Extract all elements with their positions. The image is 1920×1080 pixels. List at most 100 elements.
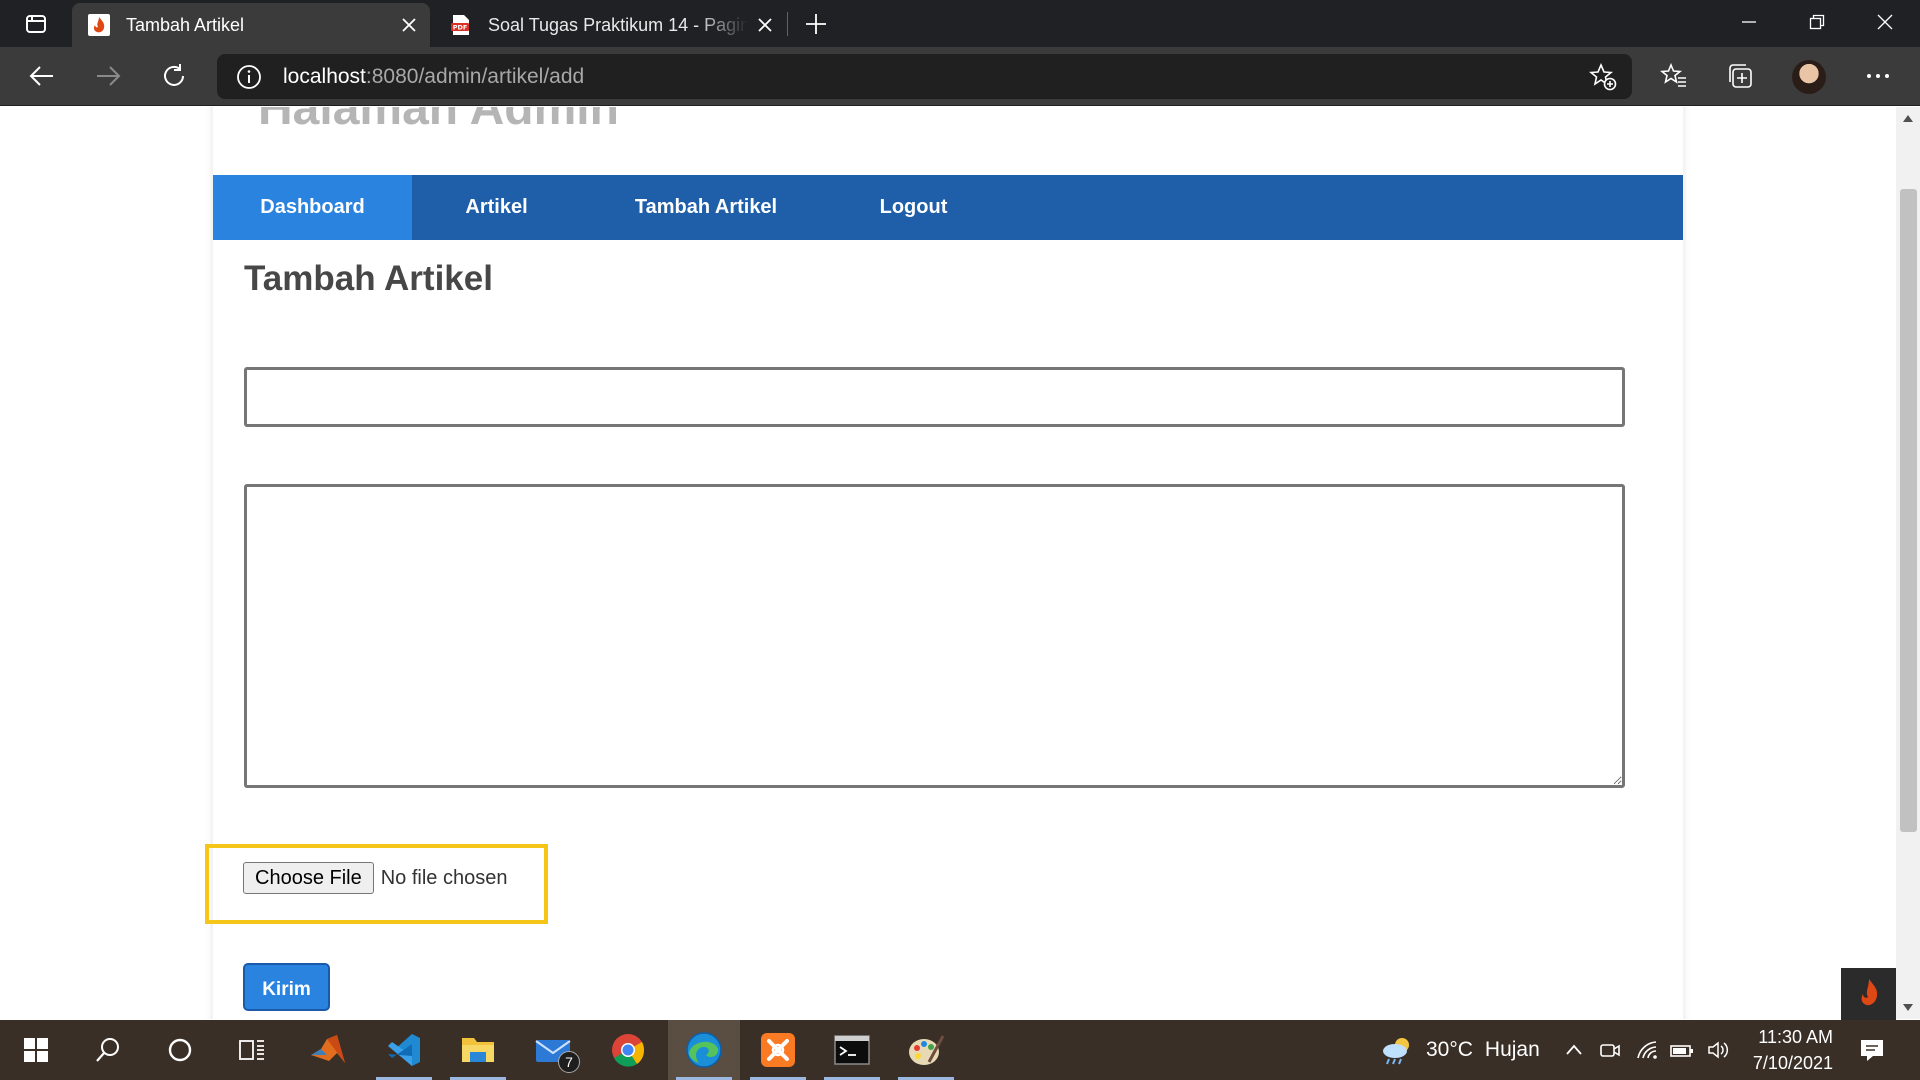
browser-toolbar: localhost:8080/admin/artikel/add xyxy=(0,47,1920,106)
clock-date: 7/10/2021 xyxy=(1752,1053,1833,1073)
codeigniter-flame-icon xyxy=(88,14,110,36)
close-window-button[interactable] xyxy=(1850,0,1920,44)
scroll-down-arrow-icon[interactable] xyxy=(1896,997,1920,1019)
cloud-rain-icon xyxy=(1383,1038,1409,1065)
terminal-icon xyxy=(834,1035,870,1065)
page-heading: Tambah Artikel xyxy=(244,259,493,298)
battery-button[interactable] xyxy=(1666,1034,1698,1066)
svg-text:PDF: PDF xyxy=(453,24,468,32)
restore-button[interactable] xyxy=(1782,0,1852,44)
tab-title: Tambah Artikel xyxy=(126,14,245,35)
add-favorite-icon[interactable] xyxy=(1588,62,1618,92)
content-textarea[interactable] xyxy=(244,484,1625,788)
volume-button[interactable] xyxy=(1702,1034,1734,1066)
forward-button[interactable] xyxy=(86,56,130,96)
pdf-file-icon: PDF xyxy=(450,14,472,36)
taskbar-app-vscode[interactable] xyxy=(368,1020,440,1080)
refresh-icon xyxy=(164,64,184,86)
windows-logo-icon xyxy=(24,1038,48,1062)
arrow-left-icon xyxy=(29,66,53,86)
title-input[interactable] xyxy=(244,367,1625,427)
profile-avatar[interactable] xyxy=(1792,60,1826,94)
taskbar-app-paint[interactable] xyxy=(890,1020,962,1080)
tab-title: Soal Tugas Praktikum 14 - Pagination xyxy=(488,14,748,35)
close-tab-icon[interactable] xyxy=(392,8,426,42)
taskbar-app-edge[interactable] xyxy=(668,1020,740,1080)
cortana-circle-icon xyxy=(168,1038,192,1062)
taskbar-app-terminal[interactable] xyxy=(816,1020,888,1080)
chevron-up-icon xyxy=(1566,1044,1582,1055)
weather-temperature: 30°C xyxy=(1426,1038,1473,1061)
codeigniter-flame-icon xyxy=(1861,979,1877,1006)
scroll-up-arrow-icon[interactable] xyxy=(1896,107,1920,129)
new-tab-button[interactable] xyxy=(796,4,836,44)
tab-separator xyxy=(787,12,788,36)
windows-taskbar: 7 30°C Hujan 11:30 AM 7/10/2021 xyxy=(0,1020,1920,1080)
taskbar-app-matlab[interactable] xyxy=(292,1020,364,1080)
minimize-button[interactable] xyxy=(1714,0,1784,44)
edge-icon xyxy=(686,1032,722,1068)
video-camera-icon xyxy=(1600,1044,1620,1057)
favorites-button[interactable] xyxy=(1652,56,1696,96)
start-button[interactable] xyxy=(0,1020,72,1080)
scrollbar-thumb[interactable] xyxy=(1900,189,1917,832)
collections-button[interactable] xyxy=(1718,56,1762,96)
url-host: localhost xyxy=(283,64,366,88)
weather-condition: Hujan xyxy=(1484,1038,1540,1061)
close-icon xyxy=(1877,14,1893,30)
file-upload-field[interactable]: Choose File No file chosen xyxy=(243,862,507,894)
choose-file-button[interactable]: Choose File xyxy=(243,862,374,894)
address-bar[interactable]: localhost:8080/admin/artikel/add xyxy=(217,54,1632,99)
show-hidden-icons-button[interactable] xyxy=(1558,1034,1590,1066)
taskbar-app-chrome[interactable] xyxy=(592,1020,664,1080)
tab-actions-button[interactable] xyxy=(10,4,62,44)
taskbar-app-mail[interactable]: 7 xyxy=(518,1020,590,1080)
debug-toolbar-toggle[interactable] xyxy=(1841,968,1896,1020)
submit-button[interactable]: Kirim xyxy=(243,963,330,1011)
nav-artikel[interactable]: Artikel xyxy=(412,175,581,240)
arrow-right-icon xyxy=(97,66,121,86)
favorites-icon xyxy=(1660,62,1686,87)
back-button[interactable] xyxy=(20,56,64,96)
tab-tambah-artikel[interactable]: Tambah Artikel xyxy=(72,3,430,47)
search-button[interactable] xyxy=(72,1020,144,1080)
search-icon xyxy=(96,1038,119,1062)
nav-logout[interactable]: Logout xyxy=(831,175,996,240)
site-title: Halaman Admin xyxy=(258,107,619,135)
nav-tambah-artikel[interactable]: Tambah Artikel xyxy=(581,175,831,240)
admin-container: Halaman Admin Dashboard Artikel Tambah A… xyxy=(205,107,1683,1019)
settings-more-button[interactable] xyxy=(1856,56,1900,96)
close-tab-icon[interactable] xyxy=(748,8,782,42)
clock-time: 11:30 AM xyxy=(1758,1027,1833,1047)
restore-icon xyxy=(1809,14,1825,30)
weather-widget[interactable]: 30°C Hujan xyxy=(1380,1020,1540,1080)
task-view-icon xyxy=(239,1040,264,1060)
nav-dashboard[interactable]: Dashboard xyxy=(213,175,412,240)
refresh-button[interactable] xyxy=(152,56,196,96)
cortana-button[interactable] xyxy=(144,1020,216,1080)
file-explorer-icon xyxy=(462,1038,494,1062)
network-button[interactable] xyxy=(1632,1034,1664,1066)
browser-tab-strip: Tambah Artikel PDF Soal Tugas Praktikum … xyxy=(0,0,1920,47)
site-info-icon[interactable] xyxy=(235,63,263,91)
xampp-icon xyxy=(761,1033,795,1067)
taskbar-app-xampp[interactable] xyxy=(742,1020,814,1080)
system-clock[interactable]: 11:30 AM 7/10/2021 xyxy=(1733,1024,1833,1076)
mail-badge: 7 xyxy=(558,1051,580,1073)
action-center-button[interactable] xyxy=(1852,1032,1892,1068)
vscode-icon xyxy=(388,1034,420,1066)
task-view-button[interactable] xyxy=(216,1020,288,1080)
url-text: localhost:8080/admin/artikel/add xyxy=(283,65,584,89)
taskbar-app-file-explorer[interactable] xyxy=(442,1020,514,1080)
notification-icon xyxy=(1861,1040,1883,1061)
tab-actions-icon xyxy=(26,15,46,33)
wifi-icon xyxy=(1637,1041,1657,1059)
chrome-icon xyxy=(612,1034,645,1067)
paint-icon xyxy=(909,1035,945,1065)
admin-navbar: Dashboard Artikel Tambah Artikel Logout xyxy=(213,175,1683,240)
tab-soal-tugas[interactable]: PDF Soal Tugas Praktikum 14 - Pagination xyxy=(434,3,786,47)
page-viewport: Halaman Admin Dashboard Artikel Tambah A… xyxy=(0,107,1896,1019)
page-scrollbar[interactable] xyxy=(1896,107,1920,1019)
meet-now-button[interactable] xyxy=(1594,1034,1626,1066)
speaker-icon xyxy=(1708,1041,1729,1059)
